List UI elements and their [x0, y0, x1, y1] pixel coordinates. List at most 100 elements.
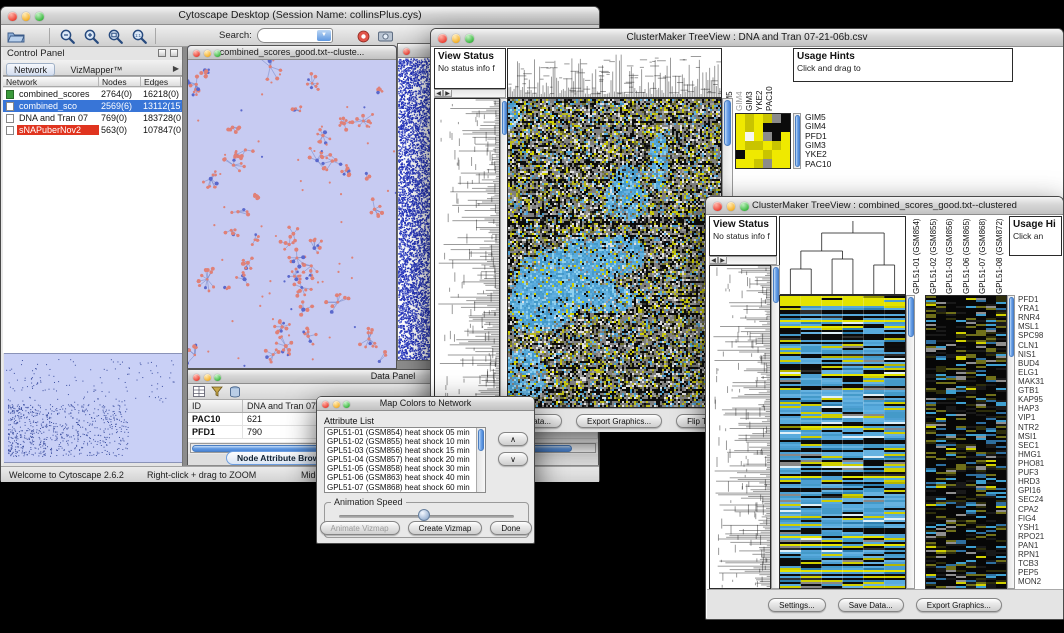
- tab-overflow-icon[interactable]: ▶: [173, 64, 179, 73]
- treeview1-titlebar[interactable]: ClusterMaker TreeView : DNA and Tran 07-…: [431, 29, 1063, 47]
- zoom-window-icon[interactable]: [214, 50, 221, 57]
- column-label[interactable]: GPL51-06 (GSM865): [962, 217, 971, 294]
- gene-label[interactable]: HAP3: [1018, 404, 1063, 413]
- column-label[interactable]: GPL51-02 (GSM855): [929, 217, 938, 294]
- row-dendrogram-panel[interactable]: [709, 265, 771, 589]
- select-attributes-icon[interactable]: [191, 384, 207, 399]
- minimize-icon[interactable]: [22, 12, 31, 21]
- zoom-vscrollbar[interactable]: [793, 113, 801, 169]
- zoom-window-icon[interactable]: [214, 374, 221, 381]
- close-icon[interactable]: [322, 401, 329, 408]
- zoom-window-icon[interactable]: [740, 202, 749, 211]
- gene-label[interactable]: SPC98: [1018, 331, 1063, 340]
- column-header-id[interactable]: ID: [188, 400, 243, 412]
- gene-label[interactable]: GTB1: [1018, 386, 1063, 395]
- gene-label[interactable]: HMG1: [1018, 450, 1063, 459]
- column-header-nodes[interactable]: Nodes: [99, 77, 141, 86]
- gene-label[interactable]: CPA2: [1018, 505, 1063, 514]
- zoom-heatmap-canvas[interactable]: [736, 114, 790, 168]
- row-dendrogram-canvas[interactable]: [710, 266, 770, 588]
- secondary-vscrollbar[interactable]: [1007, 295, 1015, 589]
- vscrollbar-thumb[interactable]: [478, 429, 485, 451]
- minimize-icon[interactable]: [204, 374, 211, 381]
- network-list-row[interactable]: combined_scores2764(0)16218(0): [3, 88, 182, 100]
- gene-label[interactable]: MON2: [1018, 577, 1063, 586]
- gene-label[interactable]: PAN1: [1018, 541, 1063, 550]
- column-label[interactable]: PAC10: [765, 49, 774, 111]
- attribute-list-scrollbar[interactable]: [476, 428, 485, 492]
- matrix-icon[interactable]: [227, 384, 243, 399]
- attribute-list-item[interactable]: GPL51-07 (GSM868) heat shock 60 min: [325, 483, 476, 492]
- move-up-button[interactable]: ∧: [498, 432, 528, 446]
- gene-label[interactable]: SEC24: [1018, 495, 1063, 504]
- minimize-icon[interactable]: [452, 34, 461, 43]
- dendrogram-hscrollbar[interactable]: ◀ ▶: [434, 89, 506, 98]
- treeview2-titlebar[interactable]: ClusterMaker TreeView : combined_scores_…: [706, 197, 1063, 215]
- column-label[interactable]: GPL51-08 (GSM872): [995, 217, 1004, 294]
- gene-label[interactable]: PFD1: [1018, 295, 1063, 304]
- vscrollbar-thumb[interactable]: [1009, 297, 1015, 357]
- search-dropdown-icon[interactable]: ▼: [317, 30, 331, 41]
- gene-label[interactable]: MSL1: [1018, 322, 1063, 331]
- column-label[interactable]: GPL51-07 (GSM868): [978, 217, 987, 294]
- network-overview-thumbnail[interactable]: [4, 353, 182, 463]
- gene-label[interactable]: VIP1: [1018, 413, 1063, 422]
- gene-label[interactable]: RNR4: [1018, 313, 1063, 322]
- gene-label[interactable]: NTR2: [1018, 423, 1063, 432]
- gene-label[interactable]: PHO81: [1018, 459, 1063, 468]
- column-label[interactable]: GIM4: [735, 49, 744, 111]
- minimize-icon[interactable]: [204, 50, 211, 57]
- main-titlebar[interactable]: Cytoscape Desktop (Session Name: collins…: [1, 7, 599, 25]
- vscrollbar-thumb[interactable]: [908, 297, 915, 337]
- gene-label[interactable]: HRD3: [1018, 477, 1063, 486]
- network-list-row[interactable]: sNAPuberNov2563(0)107847(0): [3, 124, 182, 136]
- close-icon[interactable]: [713, 202, 722, 211]
- float-panel-icon[interactable]: [158, 49, 166, 57]
- gene-label[interactable]: RPO21: [1018, 532, 1063, 541]
- zoom-in-icon[interactable]: [81, 27, 101, 45]
- gene-label[interactable]: YRA1: [1018, 304, 1063, 313]
- scroll-right-icon[interactable]: ▶: [718, 256, 727, 264]
- network-view-titlebar[interactable]: combined_scores_good.txt--cluste...: [188, 46, 396, 60]
- gene-label[interactable]: TCB3: [1018, 559, 1063, 568]
- gene-label[interactable]: MAK31: [1018, 377, 1063, 386]
- zoom-out-icon[interactable]: [57, 27, 77, 45]
- column-label[interactable]: GPL51-01 (GSM854): [912, 217, 921, 294]
- attribute-list-item[interactable]: GPL51-06 (GSM863) heat shock 40 min: [325, 473, 476, 482]
- gene-label[interactable]: YSH1: [1018, 523, 1063, 532]
- attribute-list-item[interactable]: GPL51-02 (GSM855) heat shock 10 min: [325, 437, 476, 446]
- column-header-edges[interactable]: Edges: [141, 77, 181, 86]
- animate-vizmap-button[interactable]: Animate Vizmap: [320, 521, 400, 535]
- gene-label[interactable]: PAC10: [805, 160, 855, 169]
- column-dendrogram-panel[interactable]: [507, 48, 722, 98]
- gene-label[interactable]: ELG1: [1018, 368, 1063, 377]
- gene-label[interactable]: MSI1: [1018, 432, 1063, 441]
- zoom-window-icon[interactable]: [465, 34, 474, 43]
- gene-label[interactable]: CLN1: [1018, 341, 1063, 350]
- settings-button[interactable]: Settings...: [768, 598, 826, 612]
- column-label[interactable]: GPL51-03 (GSM856): [945, 217, 954, 294]
- move-down-button[interactable]: ∨: [498, 452, 528, 466]
- heatmap-canvas[interactable]: [508, 99, 721, 407]
- annotation-icon[interactable]: [353, 27, 373, 45]
- scroll-right-icon[interactable]: ▶: [443, 89, 452, 97]
- export-graphics-button[interactable]: Export Graphics...: [916, 598, 1002, 612]
- gene-label[interactable]: BUD4: [1018, 359, 1063, 368]
- gene-label[interactable]: SEC1: [1018, 441, 1063, 450]
- gene-label[interactable]: GPI16: [1018, 486, 1063, 495]
- export-graphics-button[interactable]: Export Graphics...: [576, 414, 662, 428]
- zoom-window-icon[interactable]: [343, 401, 350, 408]
- map-colors-dialog[interactable]: Map Colors to Network Attribute List GPL…: [316, 396, 535, 544]
- column-header-network[interactable]: Network: [3, 77, 99, 86]
- column-dendrogram-canvas[interactable]: [508, 49, 721, 97]
- vscrollbar-thumb[interactable]: [724, 100, 732, 146]
- scroll-left-icon[interactable]: ◀: [709, 256, 718, 264]
- speed-slider-thumb[interactable]: [418, 509, 430, 521]
- heatmap-panel[interactable]: [779, 295, 906, 589]
- column-dendrogram-canvas[interactable]: [780, 217, 905, 294]
- snapshot-icon[interactable]: [375, 27, 395, 45]
- secondary-heatmap-panel[interactable]: [925, 295, 1007, 589]
- zoom-heatmap-panel[interactable]: [735, 113, 791, 169]
- column-label[interactable]: GIM3: [745, 49, 754, 111]
- dialog-titlebar[interactable]: Map Colors to Network: [317, 397, 534, 411]
